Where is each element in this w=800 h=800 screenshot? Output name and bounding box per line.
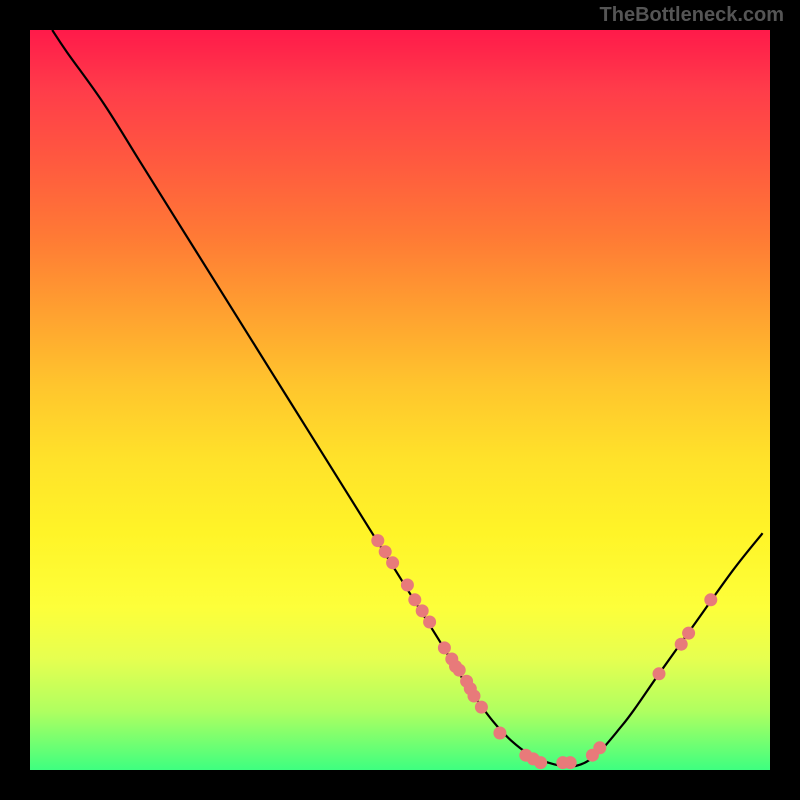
data-point [653, 667, 666, 680]
chart-plot-area [30, 30, 770, 770]
data-point [564, 756, 577, 769]
data-point [534, 756, 547, 769]
data-point [401, 579, 414, 592]
data-point [371, 534, 384, 547]
data-point [423, 616, 436, 629]
data-point [416, 604, 429, 617]
data-point [682, 627, 695, 640]
data-point [675, 638, 688, 651]
data-point [493, 727, 506, 740]
data-point [704, 593, 717, 606]
data-point [379, 545, 392, 558]
data-point [386, 556, 399, 569]
data-point [453, 664, 466, 677]
chart-curve-line [52, 30, 762, 767]
data-point [593, 741, 606, 754]
data-point [475, 701, 488, 714]
chart-data-points [371, 534, 717, 769]
data-point [408, 593, 421, 606]
data-point [468, 690, 481, 703]
data-point [438, 641, 451, 654]
chart-svg [30, 30, 770, 770]
watermark-text: TheBottleneck.com [600, 4, 784, 27]
